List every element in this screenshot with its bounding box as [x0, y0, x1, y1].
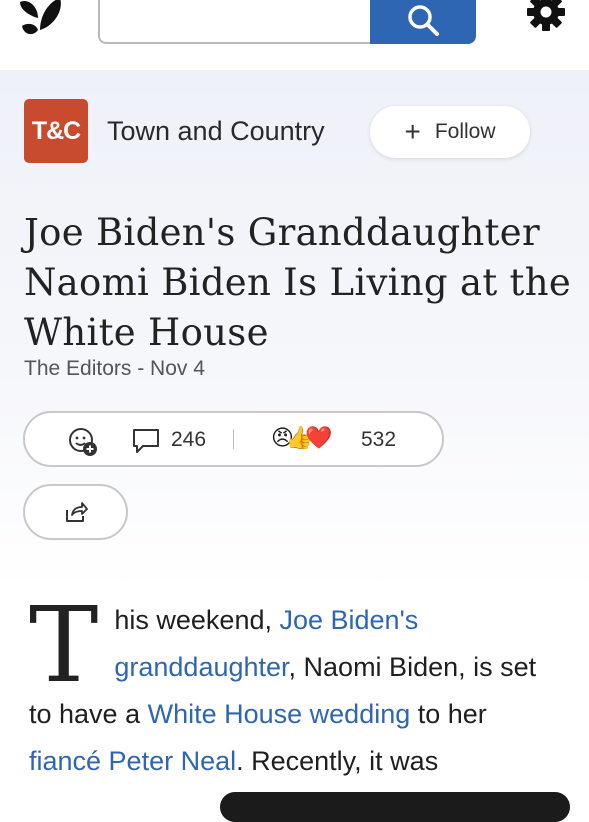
- top-bar: [0, 0, 589, 70]
- reaction-count[interactable]: 532: [361, 428, 396, 452]
- comment-icon[interactable]: [131, 427, 161, 455]
- reactions-bar: 246 😠👍❤️ 532: [23, 411, 444, 467]
- gear-icon[interactable]: [524, 0, 568, 34]
- add-reaction-icon[interactable]: [67, 426, 99, 458]
- publisher-logo[interactable]: T&C: [24, 99, 88, 163]
- body-text-segment: his weekend,: [114, 605, 280, 635]
- body-text-segment: . Recently, it was: [236, 746, 439, 776]
- reaction-emojis[interactable]: 😠👍❤️: [271, 425, 333, 451]
- article: T&C Town and Country + Follow Joe Biden'…: [0, 70, 589, 800]
- bottom-toolbar[interactable]: [220, 792, 570, 822]
- follow-button[interactable]: + Follow: [370, 106, 530, 158]
- byline: The Editors - Nov 4: [24, 357, 205, 380]
- article-headline: Joe Biden's Granddaughter Naomi Biden Is…: [24, 210, 572, 354]
- publisher-header[interactable]: T&C Town and Country: [24, 99, 325, 163]
- search-icon: [408, 5, 439, 36]
- share-button[interactable]: [23, 484, 128, 540]
- follow-label: Follow: [434, 120, 496, 143]
- body-text-segment: to her: [410, 699, 487, 729]
- plus-icon: +: [404, 116, 421, 147]
- drop-cap: T: [29, 584, 99, 706]
- article-body: This weekend, Joe Biden's granddaughter,…: [29, 584, 559, 785]
- share-icon: [65, 502, 88, 522]
- reactions-divider: [233, 429, 234, 449]
- publisher-name[interactable]: Town and Country: [107, 116, 325, 147]
- search-input[interactable]: [98, 0, 370, 44]
- search-button[interactable]: [370, 0, 476, 44]
- butterfly-logo-icon[interactable]: [14, 0, 66, 42]
- link-white-house-wedding[interactable]: White House wedding: [148, 699, 411, 729]
- link-fiance-peter-neal[interactable]: fiancé Peter Neal: [29, 746, 236, 776]
- comment-count[interactable]: 246: [171, 428, 206, 452]
